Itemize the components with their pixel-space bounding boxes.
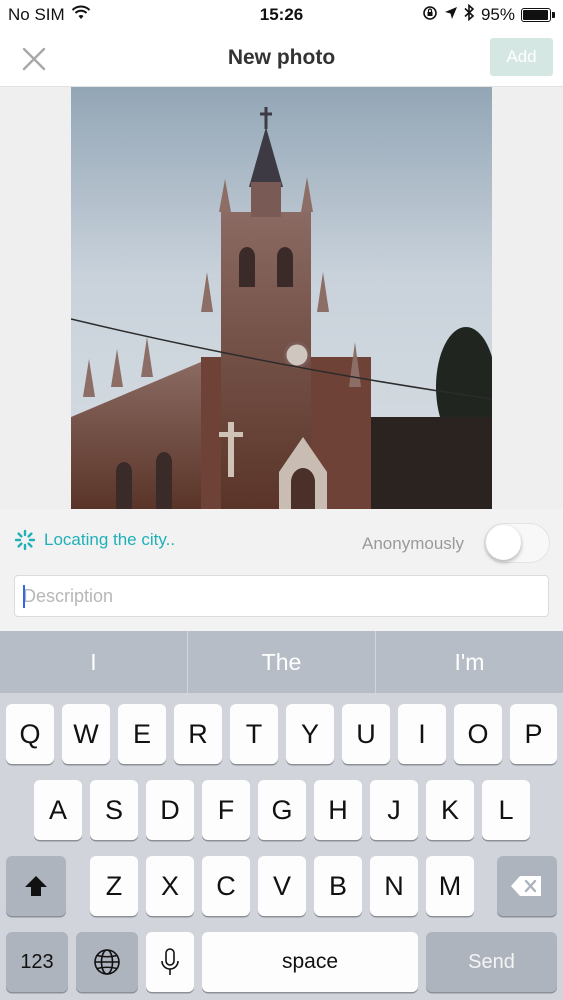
key-z[interactable]: Z [90, 856, 138, 916]
key-b[interactable]: B [314, 856, 362, 916]
shift-icon [25, 876, 47, 896]
status-bar: No SIM 15:26 95% [0, 0, 563, 30]
key-k[interactable]: K [426, 780, 474, 840]
close-button[interactable] [16, 42, 52, 76]
suggestion-bar: I The I'm [0, 631, 563, 693]
globe-key[interactable] [76, 932, 138, 992]
key-a[interactable]: A [34, 780, 82, 840]
suggestion-2[interactable]: The [188, 631, 376, 693]
key-i[interactable]: I [398, 704, 446, 764]
key-h[interactable]: H [314, 780, 362, 840]
meta-area: Locating the city.. Anonymously [0, 509, 563, 631]
location-arrow-icon [444, 5, 458, 25]
anonymous-label: Anonymously [362, 534, 465, 553]
key-j[interactable]: J [370, 780, 418, 840]
text-caret [23, 585, 25, 608]
key-c[interactable]: C [202, 856, 250, 916]
key-r[interactable]: R [174, 704, 222, 764]
toggle-knob [486, 525, 521, 560]
key-d[interactable]: D [146, 780, 194, 840]
key-s[interactable]: S [90, 780, 138, 840]
key-u[interactable]: U [342, 704, 390, 764]
key-e[interactable]: E [118, 704, 166, 764]
add-button[interactable]: Add [490, 38, 553, 76]
delete-key[interactable] [497, 856, 557, 916]
photo-preview[interactable] [71, 87, 492, 509]
microphone-icon [161, 948, 179, 975]
numbers-key[interactable]: 123 [6, 932, 68, 992]
key-o[interactable]: O [454, 704, 502, 764]
status-right: 95% [422, 3, 555, 26]
suggestion-1[interactable]: I [0, 631, 188, 693]
key-l[interactable]: L [482, 780, 530, 840]
key-w[interactable]: W [62, 704, 110, 764]
microphone-key[interactable] [146, 932, 194, 992]
key-m[interactable]: M [426, 856, 474, 916]
key-y[interactable]: Y [286, 704, 334, 764]
battery-icon [521, 8, 555, 22]
location-status: Locating the city.. [14, 529, 175, 551]
status-left: No SIM [8, 5, 91, 26]
suggestion-3[interactable]: I'm [376, 631, 563, 693]
bluetooth-icon [464, 3, 475, 26]
key-g[interactable]: G [258, 780, 306, 840]
key-f[interactable]: F [202, 780, 250, 840]
space-key[interactable]: space [202, 932, 418, 992]
keyboard: I The I'm Q W E R T Y U I O P A S D F G … [0, 631, 563, 1000]
key-x[interactable]: X [146, 856, 194, 916]
description-input[interactable] [14, 575, 549, 617]
carrier-label: No SIM [8, 5, 65, 24]
anonymous-toggle[interactable] [484, 523, 550, 563]
key-n[interactable]: N [370, 856, 418, 916]
spinner-icon [14, 529, 36, 551]
send-key[interactable]: Send [426, 932, 557, 992]
nav-bar: New photo Add [0, 30, 563, 87]
photo-area [0, 87, 563, 509]
delete-icon [511, 876, 541, 896]
key-q[interactable]: Q [6, 704, 54, 764]
close-icon [22, 47, 46, 71]
rotation-lock-icon [422, 5, 438, 26]
key-t[interactable]: T [230, 704, 278, 764]
battery-percent: 95% [480, 5, 515, 24]
locating-text: Locating the city.. [44, 530, 176, 549]
globe-icon [94, 949, 120, 975]
shift-key[interactable] [6, 856, 66, 916]
page-title: New photo [227, 46, 336, 69]
wifi-icon [71, 5, 91, 26]
key-v[interactable]: V [258, 856, 306, 916]
key-p[interactable]: P [510, 704, 557, 764]
